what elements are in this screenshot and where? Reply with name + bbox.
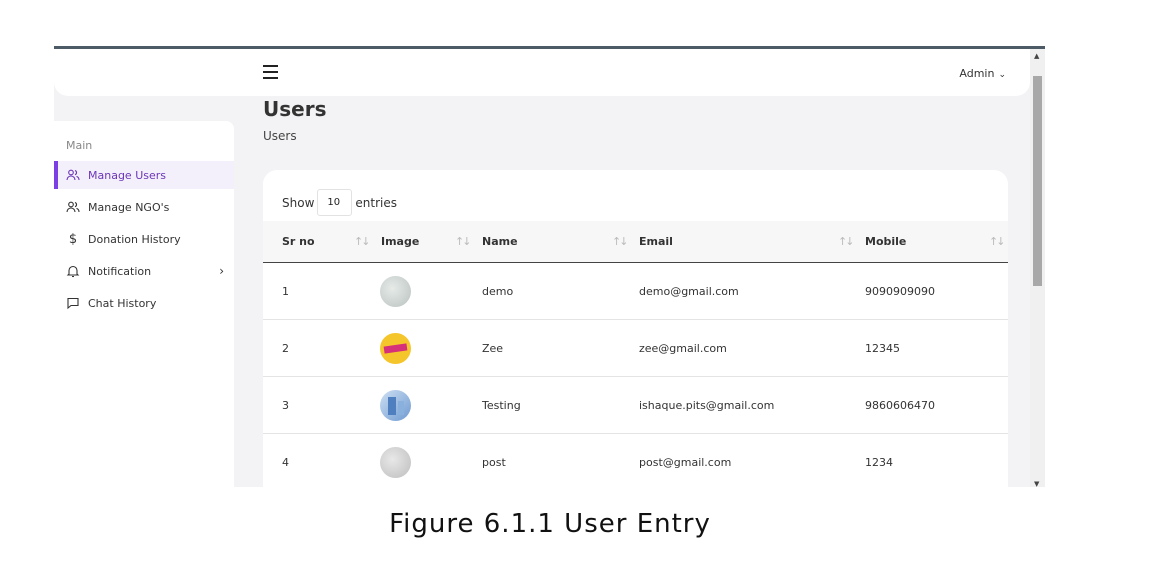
sort-icon[interactable]: ↑↓: [612, 235, 629, 248]
cell-name: Testing: [482, 399, 521, 412]
admin-label: Admin: [959, 67, 995, 80]
figure-caption: Figure 6.1.1 User Entry: [389, 509, 711, 539]
cell-mobile: 9860606470: [865, 399, 935, 412]
cell-email: post@gmail.com: [639, 456, 732, 469]
table-row[interactable]: 1 demo demo@gmail.com 9090909090: [263, 263, 1008, 320]
cell-sr-no: 4: [282, 456, 289, 469]
avatar: [380, 447, 411, 478]
table-header: Sr no ↑↓ Image ↑↓ Name ↑↓ Email ↑↓ Mobil…: [263, 221, 1008, 263]
column-header-sr-no[interactable]: Sr no: [282, 235, 315, 248]
cell-sr-no: 1: [282, 285, 289, 298]
users-icon: [66, 200, 80, 214]
sidebar-item-chat-history[interactable]: Chat History: [54, 289, 234, 317]
cell-mobile: 1234: [865, 456, 893, 469]
bell-icon: [66, 264, 80, 278]
chevron-down-icon: ⌄: [998, 70, 1006, 80]
sidebar: Main Manage Users Manage NGO's $ Donatio…: [54, 121, 234, 487]
column-header-image[interactable]: Image: [381, 235, 419, 248]
sidebar-item-manage-ngos[interactable]: Manage NGO's: [54, 193, 234, 221]
entries-label: entries: [355, 195, 397, 210]
users-table-card: Show 10 entries Sr no ↑↓ Image ↑↓ Name ↑…: [263, 170, 1008, 487]
sidebar-section-label: Main: [66, 139, 93, 152]
scroll-down-icon[interactable]: ▼: [1034, 480, 1039, 487]
cell-email: demo@gmail.com: [639, 285, 739, 298]
sidebar-item-manage-users[interactable]: Manage Users: [54, 161, 234, 189]
table-row[interactable]: 4 post post@gmail.com 1234: [263, 434, 1008, 487]
cell-mobile: 12345: [865, 342, 900, 355]
sort-icon[interactable]: ↑↓: [455, 235, 472, 248]
top-bar: Admin ⌄: [54, 49, 1030, 96]
users-icon: [66, 168, 80, 182]
cell-name: Zee: [482, 342, 504, 355]
avatar: [380, 333, 411, 364]
sidebar-item-label: Chat History: [88, 296, 157, 310]
admin-dropdown[interactable]: Admin ⌄: [959, 67, 1006, 80]
table-row[interactable]: 3 Testing ishaque.pits@gmail.com 9860606…: [263, 377, 1008, 434]
sort-icon[interactable]: ↑↓: [838, 235, 855, 248]
vertical-scrollbar[interactable]: ▲ ▼: [1030, 49, 1045, 487]
avatar: [380, 390, 411, 421]
chat-icon: [66, 296, 80, 310]
sidebar-item-donation-history[interactable]: $ Donation History: [54, 225, 234, 253]
cell-mobile: 9090909090: [865, 285, 935, 298]
sidebar-item-label: Manage Users: [88, 168, 166, 182]
cell-name: post: [482, 456, 506, 469]
app-window: Main Manage Users Manage NGO's $ Donatio…: [54, 46, 1045, 487]
table-row[interactable]: 2 Zee zee@gmail.com 12345: [263, 320, 1008, 377]
dollar-icon: $: [68, 231, 78, 247]
chevron-right-icon: ›: [219, 264, 224, 278]
cell-sr-no: 3: [282, 399, 289, 412]
page-title: Users: [263, 97, 327, 121]
cell-email: zee@gmail.com: [639, 342, 727, 355]
cell-name: demo: [482, 285, 514, 298]
sort-icon[interactable]: ↑↓: [354, 235, 371, 248]
entries-select[interactable]: 10: [317, 189, 353, 216]
cell-email: ishaque.pits@gmail.com: [639, 399, 775, 412]
entries-length-control: Show 10 entries: [282, 189, 397, 216]
show-label: Show: [282, 195, 315, 210]
cell-sr-no: 2: [282, 342, 289, 355]
hamburger-menu-icon[interactable]: [263, 65, 278, 79]
scroll-up-icon[interactable]: ▲: [1034, 52, 1039, 60]
column-header-name[interactable]: Name: [482, 235, 518, 248]
scrollbar-thumb[interactable]: [1033, 76, 1042, 286]
sidebar-item-label: Donation History: [88, 232, 181, 246]
breadcrumb: Users: [263, 129, 297, 143]
sidebar-item-label: Notification: [88, 264, 152, 278]
sort-icon[interactable]: ↑↓: [989, 235, 1006, 248]
sidebar-item-notification[interactable]: Notification ›: [54, 257, 234, 285]
column-header-email[interactable]: Email: [639, 235, 673, 248]
column-header-mobile[interactable]: Mobile: [865, 235, 906, 248]
avatar: [380, 276, 411, 307]
sidebar-item-label: Manage NGO's: [88, 200, 170, 214]
